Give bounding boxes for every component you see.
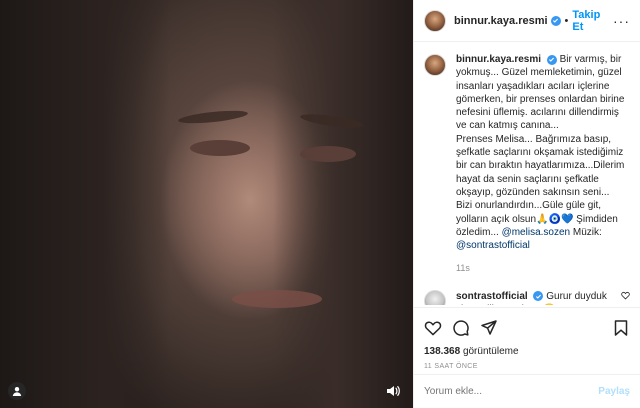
comment-item: sontrastofficial Gurur duyduk size eşlik… (424, 289, 630, 305)
comment-body: sontrastofficial Gurur duyduk size eşlik… (456, 290, 626, 305)
header-username[interactable]: binnur.kaya.resmi (454, 15, 548, 27)
caption: binnur.kaya.resmi Bir varmış, bir yokmuş… (424, 53, 630, 276)
caption-time[interactable]: 11s (456, 262, 626, 275)
post-actions: 138.368 görüntüleme 11 SAAT ÖNCE Paylaş (414, 307, 640, 408)
video-frame-detail (190, 140, 250, 156)
caption-text-2: Prenses Melisa... Bağrımıza basıp, şefka… (456, 133, 625, 238)
post-comment-button[interactable]: Paylaş (598, 386, 630, 397)
video-frame-detail (300, 146, 356, 162)
post-timestamp[interactable]: 11 SAAT ÖNCE (414, 357, 640, 370)
comments-area[interactable]: binnur.kaya.resmi Bir varmış, bir yokmuş… (414, 43, 640, 305)
caption-body: binnur.kaya.resmi Bir varmış, bir yokmuş… (456, 53, 626, 276)
view-count[interactable]: 138.368 görüntüleme (414, 340, 640, 357)
post-video[interactable] (0, 0, 413, 408)
view-count-number: 138.368 (424, 346, 461, 357)
view-count-label: görüntüleme (462, 346, 519, 357)
sound-on-icon[interactable] (384, 382, 402, 400)
mention-link[interactable]: @melisa.sozen (502, 227, 571, 238)
video-frame-hair-left (0, 0, 170, 408)
caption-text-1: Bir varmış, bir yokmuş... Güzel memleket… (456, 54, 625, 132)
avatar[interactable] (424, 9, 446, 32)
avatar[interactable] (424, 54, 446, 76)
caption-username[interactable]: binnur.kaya.resmi (456, 54, 541, 65)
video-frame-detail (232, 290, 322, 308)
share-paper-plane-icon[interactable] (480, 319, 498, 337)
video-frame-hair-right (273, 0, 413, 408)
instagram-post: binnur.kaya.resmi • Takip Et ··· binnur.… (0, 0, 640, 408)
verified-badge-icon (533, 291, 544, 302)
video-frame-detail (177, 108, 249, 126)
music-label: Müzik: (572, 226, 602, 238)
post-side-panel: binnur.kaya.resmi • Takip Et ··· binnur.… (413, 0, 640, 408)
like-comment-heart-icon[interactable] (621, 291, 630, 300)
comment-bubble-icon[interactable] (452, 319, 470, 337)
separator-dot: • (564, 14, 569, 27)
tagged-user-icon[interactable] (8, 382, 26, 400)
action-icons-row (414, 308, 640, 340)
verified-badge-icon (546, 54, 557, 65)
add-comment-bar: Paylaş (414, 374, 640, 408)
avatar[interactable] (424, 289, 446, 305)
follow-button[interactable]: Takip Et (572, 9, 613, 33)
mention-link[interactable]: @sontrastofficial (456, 240, 530, 251)
comment-username[interactable]: sontrastofficial (456, 291, 528, 302)
post-header: binnur.kaya.resmi • Takip Et ··· (414, 0, 640, 42)
like-heart-icon[interactable] (424, 319, 442, 337)
save-bookmark-icon[interactable] (612, 319, 630, 337)
verified-badge-icon (550, 15, 561, 26)
comment-input[interactable] (424, 386, 599, 397)
more-options-icon[interactable]: ··· (613, 13, 630, 29)
